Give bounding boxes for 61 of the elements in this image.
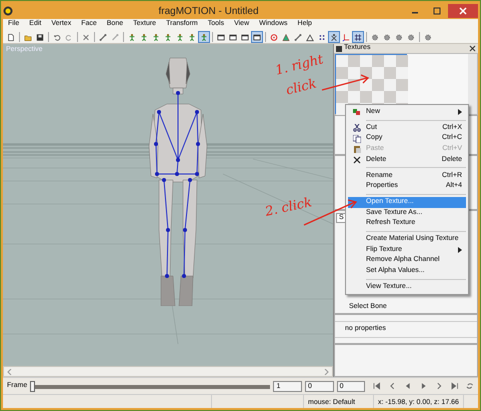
- toolbar-button[interactable]: [328, 30, 340, 42]
- submenu-arrow-icon: [458, 246, 462, 253]
- paste-icon: [353, 145, 361, 154]
- figure-icon: [188, 32, 196, 42]
- submenu-arrow-icon: [458, 109, 462, 116]
- new-file-icon: [7, 32, 15, 42]
- figure-icon: [164, 32, 172, 42]
- frame-slider[interactable]: [30, 380, 270, 392]
- maximize-icon: [433, 7, 441, 15]
- play-icon[interactable]: [420, 382, 428, 390]
- save-icon: [36, 32, 44, 42]
- window-icon: [241, 32, 249, 42]
- vertical-scrollbar[interactable]: [468, 54, 477, 114]
- cut-icon: [353, 124, 361, 132]
- close-icon: [459, 7, 467, 15]
- mesh-icon: [282, 32, 290, 42]
- horizontal-scrollbar[interactable]: [3, 366, 333, 377]
- figure-icon: [152, 32, 160, 42]
- bone-icon: [294, 32, 302, 42]
- skeleton-icon: [330, 32, 338, 42]
- previous-key-icon[interactable]: [388, 382, 396, 390]
- toolbar-button[interactable]: [352, 30, 364, 42]
- window-icon: [217, 32, 225, 42]
- redo-icon: [65, 32, 73, 42]
- window-icon: [253, 32, 261, 42]
- target-icon: [270, 32, 278, 42]
- loop-icon[interactable]: [466, 382, 474, 390]
- close-button[interactable]: [448, 4, 478, 18]
- figure-icon: [128, 32, 136, 42]
- triangle-icon: [306, 32, 314, 42]
- window-icon: [229, 32, 237, 42]
- app-icon: [3, 6, 13, 16]
- bone-icon: [111, 32, 119, 42]
- open-folder-icon: [24, 32, 32, 42]
- figure-icon: [140, 32, 148, 42]
- last-frame-icon[interactable]: [450, 382, 458, 390]
- grid-icon: [354, 32, 362, 42]
- bone-icon: [99, 32, 107, 42]
- panel-icon: [336, 46, 342, 52]
- delete-icon: [82, 32, 90, 42]
- copy-icon: [353, 134, 361, 143]
- slider-thumb[interactable]: [30, 380, 36, 392]
- axes-icon: [342, 32, 350, 42]
- undo-icon: [53, 32, 61, 42]
- figure-icon: [176, 32, 184, 42]
- next-key-icon[interactable]: [435, 382, 443, 390]
- shapes-icon: [353, 108, 361, 116]
- first-frame-icon[interactable]: [373, 382, 381, 390]
- delete-icon: [353, 156, 361, 164]
- annotation-arrow: [321, 73, 371, 93]
- handwritten-note: 2. click: [264, 196, 314, 219]
- figure-icon: [200, 32, 208, 42]
- step-back-icon[interactable]: [404, 382, 412, 390]
- handwritten-note: click: [284, 77, 318, 98]
- window-title: fragMOTION - Untitled: [157, 4, 260, 18]
- toolbar-button[interactable]: [251, 30, 263, 42]
- close-icon[interactable]: [469, 45, 476, 52]
- dots-icon: [318, 32, 326, 42]
- scroll-left-icon[interactable]: [7, 368, 12, 374]
- handwritten-note: 1. right: [274, 53, 325, 78]
- scroll-right-icon[interactable]: [324, 368, 329, 374]
